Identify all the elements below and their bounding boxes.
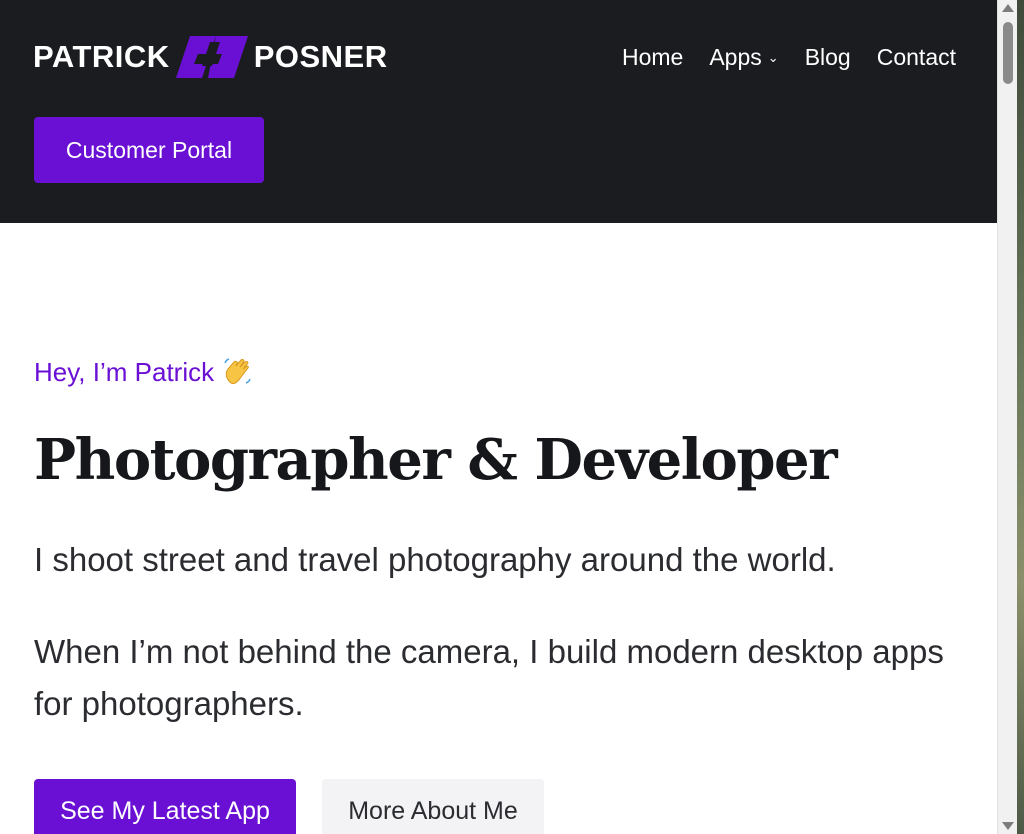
vertical-scrollbar[interactable] (997, 0, 1017, 834)
hero-paragraph-1: I shoot street and travel photography ar… (34, 540, 836, 578)
site-logo[interactable]: PATRICK POSNER (33, 36, 388, 78)
page: PATRICK POSNER Home Apps ⌄ Blog Contact … (0, 0, 1024, 834)
scroll-up-arrow-icon[interactable] (1002, 4, 1014, 12)
logo-text-right: POSNER (253, 39, 388, 74)
background-window-edge (1017, 0, 1024, 834)
hero-section: Hey, I’m Patrick Photographer & Develope… (34, 350, 974, 730)
nav-contact[interactable]: Contact (877, 44, 956, 71)
nav-home[interactable]: Home (622, 44, 683, 71)
site-header: PATRICK POSNER Home Apps ⌄ Blog Contact … (0, 0, 997, 223)
hero-paragraph-2: When I’m not behind the camera, I build … (34, 632, 944, 722)
scroll-thumb[interactable] (1003, 22, 1013, 84)
logo-text-left: PATRICK (33, 39, 170, 74)
nav-home-label: Home (621, 43, 684, 70)
pp-logo-mark-icon (175, 36, 248, 78)
greeting-text: Hey, I’m Patrick (34, 356, 215, 387)
customer-portal-button[interactable]: Customer Portal (34, 117, 264, 183)
nav-contact-label: Contact (876, 43, 956, 70)
nav-apps-label: Apps (709, 43, 762, 70)
nav-apps[interactable]: Apps ⌄ (709, 44, 778, 71)
scroll-down-arrow-icon[interactable] (1002, 822, 1014, 830)
cta-buttons: See My Latest App More About Me (34, 779, 544, 834)
main-nav: Home Apps ⌄ Blog Contact (622, 40, 956, 74)
waving-hand-icon (222, 357, 252, 387)
nav-blog[interactable]: Blog (805, 44, 851, 71)
chevron-down-icon: ⌄ (767, 49, 779, 65)
hero-greeting: Hey, I’m Patrick (34, 350, 974, 394)
more-about-me-button[interactable]: More About Me (322, 779, 544, 834)
nav-blog-label: Blog (804, 43, 851, 70)
hero-title: Photographer & Developer (34, 427, 838, 493)
see-latest-app-button[interactable]: See My Latest App (34, 779, 296, 834)
